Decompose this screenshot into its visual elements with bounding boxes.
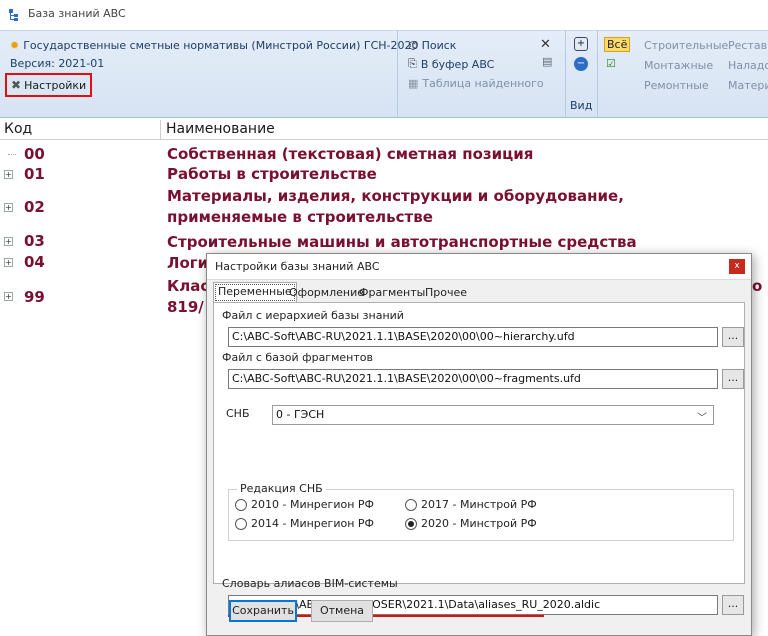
radio-2014[interactable]: 2014 - Минрегион РФ [235,517,374,530]
row-code: 04 [24,253,45,271]
row-name-continued: 819/ [167,298,204,316]
radio-icon [235,498,247,511]
radio-label: 2014 - Минрегион РФ [251,517,374,530]
title-bar: База знаний ABC [0,0,768,30]
column-header-code[interactable]: Код [4,121,32,137]
table-header: Код Наименование [0,120,768,140]
snb-edition-label: Редакция СНБ [237,482,326,495]
search-label: Поиск [421,39,457,52]
export-icon[interactable]: ▤ [542,55,552,68]
app-logo-icon [9,9,18,21]
row-name: Логи [167,254,209,272]
row-name: Собственная (текстовая) сметная позиция [167,145,534,163]
snb-select[interactable]: 0 - ГЭСН ﹀ [272,405,714,425]
view-group-label: Вид [570,99,593,112]
ribbon: ✹ Государственные сметные нормативы (Мин… [0,30,768,118]
database-name[interactable]: Государственные сметные нормативы (Минст… [23,39,418,52]
fragments-browse-button[interactable]: ... [722,369,744,389]
radio-2017[interactable]: 2017 - Минстрой РФ [405,498,537,511]
bim-dictionary-label: Словарь алиасов BIM-системы [222,577,398,590]
chevron-down-icon: ﹀ [697,413,707,424]
table-icon: ▦ [408,77,419,90]
snb-edition-group: Редакция СНБ 2010 - Минрегион РФ 2017 - … [228,482,734,541]
version-label: Версия: 2021-01 [10,57,105,70]
check-icon[interactable]: ☑ [606,57,616,70]
filter-installation[interactable]: Монтажные [644,59,713,72]
dialog-title: Настройки базы знаний ABC [215,260,380,273]
row-code: 03 [24,232,45,250]
row-name-continued: применяемые в строительстве [167,208,433,226]
collapse-icon[interactable]: − [574,57,588,71]
radio-selected-icon [405,517,417,530]
ribbon-group-view: + − Вид [566,31,598,118]
radio-label: 2017 - Минстрой РФ [421,498,537,511]
row-name-tail: о [752,277,763,295]
clear-icon[interactable]: ✕ [540,37,551,52]
fragments-file-field[interactable]: C:\ABC-Soft\ABC-RU\2021.1.1\BASE\2020\00… [228,369,718,389]
filter-repair[interactable]: Ремонтные [644,79,709,92]
row-name: Клас [167,277,210,295]
filter-materials[interactable]: Матери [728,79,768,92]
row-code: 02 [24,198,45,216]
all-button[interactable]: Всё [604,37,631,52]
expand-node-icon[interactable]: + [4,292,13,301]
to-buffer-button[interactable]: ⎘ В буфер ABC [408,57,494,71]
tab-other[interactable]: Прочее [421,284,471,302]
filter-restoration[interactable]: Реставр [728,39,768,52]
row-name: Материалы, изделия, конструкции и оборуд… [167,187,624,205]
row-name: Строительные машины и автотранспортные с… [167,233,637,251]
expand-node-icon[interactable]: + [4,258,13,267]
save-button[interactable]: Сохранить [229,600,297,622]
star-icon: ✹ [10,39,20,52]
snb-label: СНБ [226,407,250,420]
to-buffer-label: В буфер ABC [420,57,495,71]
row-name: Работы в строительстве [167,165,377,183]
found-table-label: Таблица найденного [422,77,544,90]
expand-node-icon[interactable]: + [4,237,13,246]
settings-button[interactable]: ✖ Настройки [5,73,92,97]
search-button[interactable]: ⌬ Поиск [408,39,456,52]
ribbon-group-filters: Всё ☑ Строительные Реставр Монтажные Нал… [598,31,768,118]
tree-line [8,154,16,155]
row-code: 00 [24,145,45,163]
radio-label: 2020 - Минстрой РФ [421,517,537,530]
row-code: 01 [24,165,45,183]
snb-selected-value: 0 - ГЭСН [276,408,325,421]
tab-fragments[interactable]: Фрагменты [355,284,429,302]
tab-panel-variables: Файл с иерархией базы знаний C:\ABC-Soft… [213,302,745,617]
cancel-button[interactable]: Отмена [311,600,373,622]
bim-browse-button[interactable]: ... [722,595,744,615]
radio-label: 2010 - Минрегион РФ [251,498,374,511]
expand-icon[interactable]: + [574,37,588,51]
settings-dialog: Настройки базы знаний ABC x Переменные О… [206,253,752,636]
column-divider[interactable] [160,120,161,140]
column-header-name[interactable]: Наименование [166,121,275,137]
radio-icon [235,517,247,530]
close-icon[interactable]: x [729,259,745,274]
hierarchy-file-field[interactable]: C:\ABC-Soft\ABC-RU\2021.1.1\BASE\2020\00… [228,327,718,347]
expand-node-icon[interactable]: + [4,203,13,212]
radio-2020[interactable]: 2020 - Минстрой РФ [405,517,537,530]
bim-dictionary-field[interactable]: C:\ABC-Soft\ABC RECOMPOSER\2021.1\Data\a… [228,595,718,615]
ribbon-group-database: ✹ Государственные сметные нормативы (Мин… [0,31,419,118]
ribbon-group-search: ⌬ Поиск ✕ ⎘ В буфер ABC ▤ ▦ Таблица найд… [398,31,566,118]
hierarchy-browse-button[interactable]: ... [722,327,744,347]
filter-commissioning[interactable]: Наладо [728,59,768,72]
fragments-file-label: Файл с базой фрагментов [222,351,373,364]
settings-button-label: Настройки [24,78,87,92]
tools-icon: ✖ [11,78,22,92]
radio-icon [405,498,417,511]
filter-construction[interactable]: Строительные [644,39,728,52]
copy-icon: ⎘ [408,57,417,70]
binoculars-icon: ⌬ [408,39,418,52]
expand-node-icon[interactable]: + [4,170,13,179]
radio-2010[interactable]: 2010 - Минрегион РФ [235,498,374,511]
row-code: 99 [24,288,45,306]
found-table-button[interactable]: ▦ Таблица найденного [408,77,544,90]
dialog-title-bar[interactable]: Настройки базы знаний ABC x [207,254,751,280]
window-title: База знаний ABC [28,7,126,20]
hierarchy-file-label: Файл с иерархией базы знаний [222,309,404,322]
